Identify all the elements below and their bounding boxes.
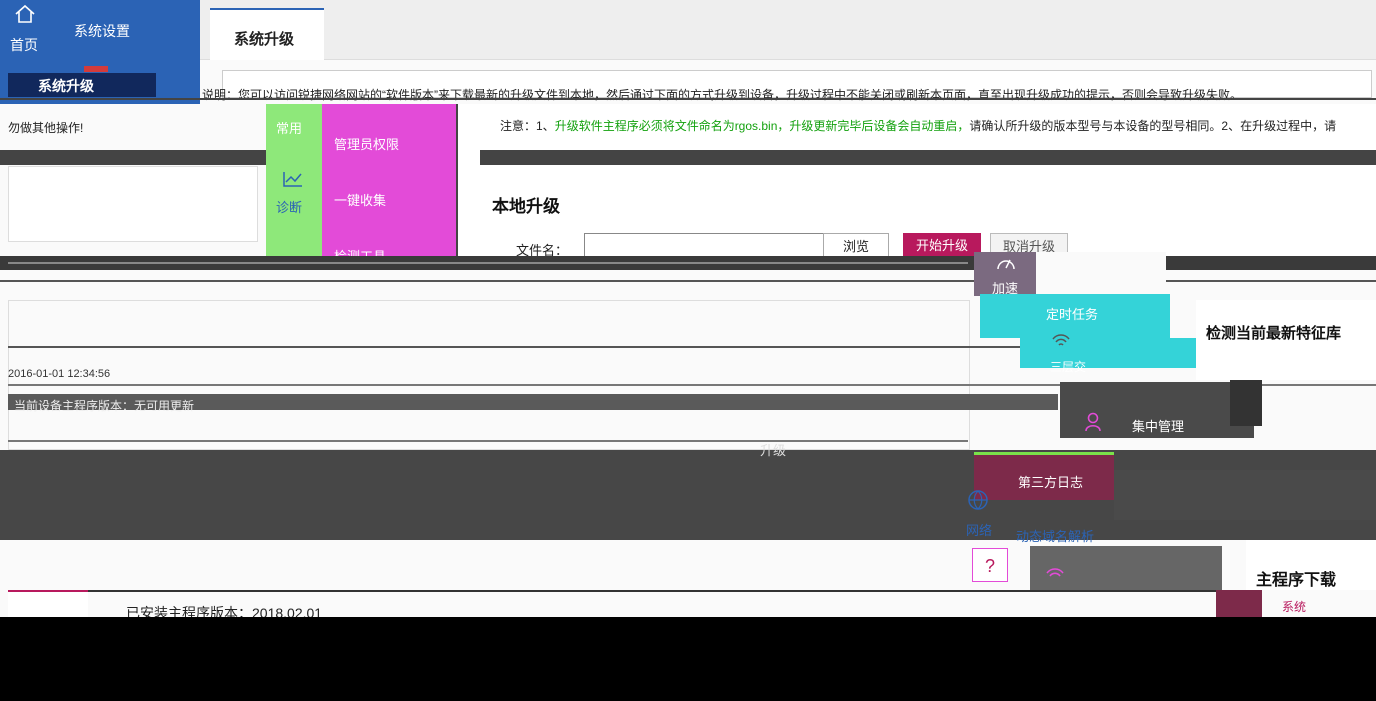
- notice-description-tail: 勿做其他操作!: [8, 121, 84, 135]
- wifi-icon: [1050, 332, 1072, 350]
- system-label[interactable]: 系统: [1282, 598, 1306, 615]
- right-edge-block: [1230, 376, 1262, 426]
- glitch-band: [0, 150, 1376, 165]
- glitch-line: [8, 262, 968, 264]
- caution-rest: 请确认所升级的版本型号与本设备的型号相同。2、在升级过程中，请: [969, 119, 1337, 133]
- glitch-line: [8, 440, 968, 442]
- version-summary: 当前设备主程序版本：无可用更新: [14, 399, 195, 413]
- installed-version: 已安装主程序版本：2018.02.01: [126, 605, 323, 617]
- globe-icon: [966, 488, 990, 512]
- third-party-log-label[interactable]: 第三方日志: [1018, 472, 1083, 491]
- help-button[interactable]: ?: [972, 548, 1008, 582]
- glitch-line: [88, 590, 1216, 592]
- notice-description: 说明：您可以访问锐捷网络网站的“软件版本”来下载最新的升级文件到本地，然后通过下…: [202, 88, 1242, 102]
- log-submenu: [1114, 470, 1376, 520]
- local-upgrade-title: 本地升级: [492, 197, 560, 216]
- caution-green: 升级软件主程序必须将文件命名为rgos.bin，升级更新完毕后设备会自动重启，: [554, 119, 970, 133]
- wifi-signal-icon: [1044, 566, 1066, 584]
- user-icon: [1084, 412, 1102, 432]
- overlay-menu: [322, 104, 456, 264]
- page-area: 首页 系统设置 系统升级 系统升级 说明：您可以访问锐捷网络网站的“软件版本”来…: [0, 0, 1376, 617]
- bottom-left-block: [8, 590, 88, 617]
- glitch-line: [0, 98, 1376, 100]
- home-icon[interactable]: [14, 4, 36, 24]
- speed-submenu: [1036, 252, 1166, 294]
- speedometer-icon: [996, 254, 1016, 272]
- system-tile[interactable]: [1216, 590, 1262, 617]
- nav-indicator: [84, 66, 108, 72]
- tab-system-upgrade[interactable]: 系统升级: [210, 8, 324, 60]
- main-download-title: 主程序下载: [1256, 572, 1337, 589]
- tab-bar: [200, 0, 1376, 60]
- sidebar-item-upgrade[interactable]: 系统升级: [8, 73, 156, 97]
- start-upgrade-label: 开始升级: [915, 238, 968, 253]
- menu-one-click-collect[interactable]: 一键收集: [334, 190, 386, 209]
- glitch-line: [0, 280, 1376, 282]
- wireless-label[interactable]: 三层交: [1050, 358, 1086, 375]
- chart-icon: [282, 170, 304, 188]
- history-date-row: 2016-01-01 12:34:56: [8, 368, 111, 380]
- caution-prefix: 注意：1、: [500, 119, 555, 133]
- system-settings-link[interactable]: 系统设置: [74, 21, 130, 41]
- menu-divider: [456, 104, 480, 264]
- network-label[interactable]: 网络: [966, 520, 992, 539]
- caution-text: 注意：1、升级软件主程序必须将文件命名为rgos.bin，升级更新完毕后设备会自…: [500, 117, 1370, 134]
- timer-task-label[interactable]: 定时任务: [1046, 304, 1098, 323]
- common-label[interactable]: 常用: [276, 118, 302, 137]
- left-white-block: [8, 166, 258, 242]
- center-mgmt-label[interactable]: 集中管理: [1132, 416, 1184, 435]
- diagnose-label[interactable]: 诊断: [276, 197, 302, 216]
- menu-admin-permission[interactable]: 管理员权限: [334, 134, 399, 153]
- ddns-label[interactable]: 动态域名解析: [1016, 526, 1094, 545]
- check-title: 检测当前最新特征库: [1206, 325, 1342, 342]
- browse-label: 浏览: [842, 239, 869, 254]
- home-link[interactable]: 首页: [10, 35, 38, 55]
- mid-text: 升级: [760, 443, 787, 458]
